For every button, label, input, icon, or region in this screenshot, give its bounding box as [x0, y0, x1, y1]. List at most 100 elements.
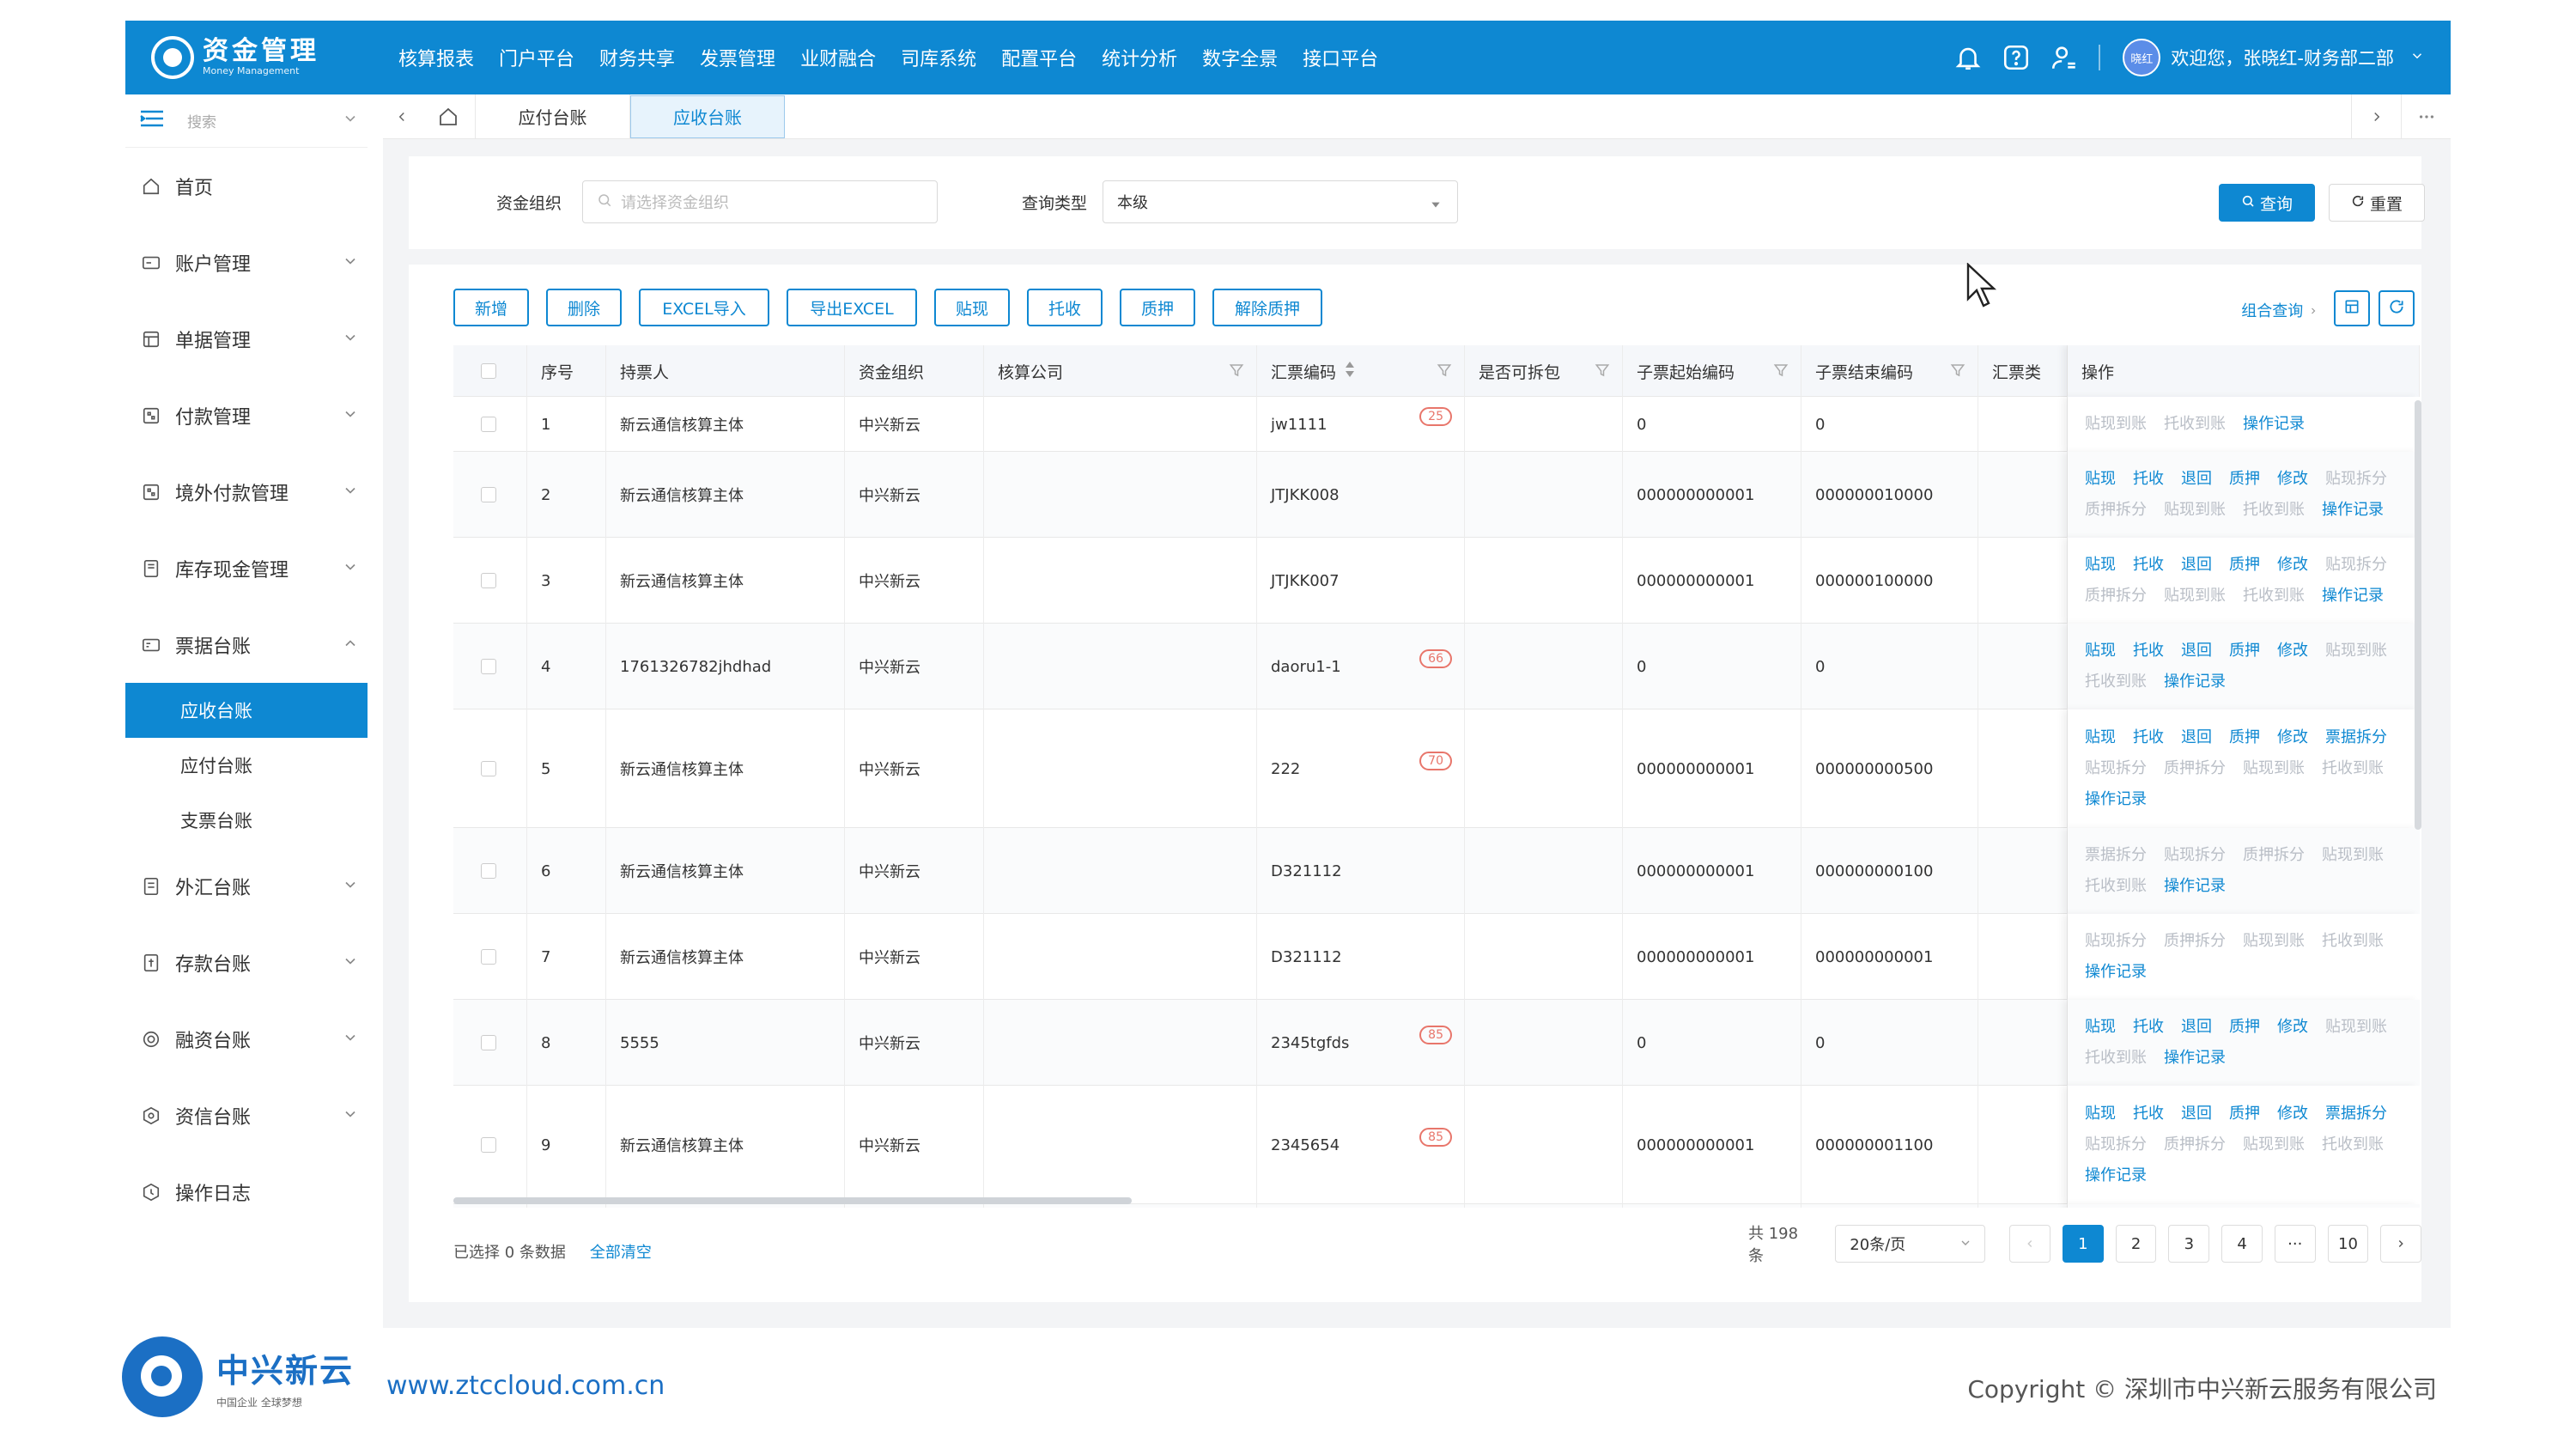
- row-action-link[interactable]: 托收到账: [2243, 581, 2305, 612]
- table-row[interactable]: 6 新云通信核算主体 中兴新云 D321112 000000000001 00000000…: [453, 828, 2420, 914]
- next-page-button[interactable]: [2380, 1225, 2422, 1263]
- page-button-1[interactable]: 1: [2063, 1225, 2104, 1263]
- page-ellipsis[interactable]: ···: [2274, 1225, 2316, 1263]
- row-action-link[interactable]: 修改: [2277, 550, 2308, 581]
- nav-item[interactable]: 司库系统: [901, 44, 976, 71]
- row-select-cell[interactable]: [453, 624, 527, 709]
- nav-item[interactable]: 业财融合: [800, 44, 876, 71]
- row-action-link[interactable]: 托收: [2133, 1099, 2164, 1129]
- chevron-down-icon[interactable]: [2409, 48, 2425, 67]
- table-row[interactable]: 4 1761326782jhdhad 中兴新云 daoru1-1 66 0 0 贴现 托收 退回质…: [453, 624, 2420, 709]
- pledge-button[interactable]: 质押: [1120, 289, 1195, 326]
- row-action-link[interactable]: 托收到账: [2085, 1043, 2147, 1074]
- chevron-down-icon[interactable]: [342, 110, 359, 131]
- row-checkbox[interactable]: [481, 659, 496, 674]
- row-action-link[interactable]: 操作记录: [2322, 495, 2384, 526]
- sidebar-item-account[interactable]: 账户管理: [125, 224, 368, 301]
- select-all-cell[interactable]: [453, 345, 527, 397]
- table-row[interactable]: 3 新云通信核算主体 中兴新云 JTJKK007 000000000001 0000001…: [453, 538, 2420, 624]
- filter-icon[interactable]: [1229, 362, 1244, 382]
- row-action-link[interactable]: 退回: [2181, 1012, 2212, 1043]
- row-action-link[interactable]: 质押: [2229, 1012, 2260, 1043]
- row-select-cell[interactable]: [453, 828, 527, 914]
- row-action-link[interactable]: 贴现: [2085, 636, 2116, 667]
- sidebar-item-deposit[interactable]: 存款台账: [125, 924, 368, 1001]
- sidebar-search[interactable]: 搜索: [125, 94, 368, 148]
- table-row[interactable]: 2 新云通信核算主体 中兴新云 JTJKK008 000000000001 0000000…: [453, 452, 2420, 538]
- sidebar-item-cash[interactable]: 库存现金管理: [125, 530, 368, 606]
- app-logo[interactable]: 资金管理 Money Management: [151, 36, 374, 79]
- nav-item[interactable]: 发票管理: [700, 44, 775, 71]
- release-pledge-button[interactable]: 解除质押: [1212, 289, 1322, 326]
- page-button-2[interactable]: 2: [2115, 1225, 2157, 1263]
- sidebar-item-credit[interactable]: 资信台账: [125, 1077, 368, 1154]
- select-all-checkbox[interactable]: [481, 363, 496, 379]
- row-action-link[interactable]: 托收: [2133, 550, 2164, 581]
- row-action-link[interactable]: 退回: [2181, 636, 2212, 667]
- row-action-link[interactable]: 贴现到账: [2325, 1012, 2387, 1043]
- nav-item[interactable]: 接口平台: [1303, 44, 1378, 71]
- row-action-link[interactable]: 贴现到账: [2243, 753, 2305, 784]
- reset-button[interactable]: 重置: [2329, 184, 2425, 222]
- row-action-link[interactable]: 贴现: [2085, 722, 2116, 753]
- row-action-link[interactable]: 托收到账: [2085, 871, 2147, 902]
- row-action-link[interactable]: 质押拆分: [2085, 495, 2147, 526]
- row-action-link[interactable]: 质押: [2229, 550, 2260, 581]
- row-checkbox[interactable]: [481, 573, 496, 588]
- row-action-link[interactable]: 质押: [2229, 636, 2260, 667]
- sort-icon[interactable]: [1345, 361, 1355, 381]
- refresh-table-button[interactable]: [2379, 290, 2415, 326]
- nav-item[interactable]: 数字全景: [1202, 44, 1278, 71]
- row-checkbox[interactable]: [481, 417, 496, 432]
- help-icon[interactable]: [1999, 40, 2033, 75]
- row-action-link[interactable]: 质押: [2229, 464, 2260, 495]
- row-action-link[interactable]: 操作记录: [2164, 667, 2226, 697]
- row-action-link[interactable]: 退回: [2181, 464, 2212, 495]
- row-action-link[interactable]: 托收到账: [2085, 667, 2147, 697]
- row-action-link[interactable]: 贴现拆分: [2085, 926, 2147, 957]
- row-action-link[interactable]: 质押拆分: [2085, 581, 2147, 612]
- row-action-link[interactable]: 托收到账: [2243, 495, 2305, 526]
- row-action-link[interactable]: 贴现: [2085, 550, 2116, 581]
- table-row[interactable]: 1 新云通信核算主体 中兴新云 jw1111 25 0 0 贴现到账 托收到账 操作记录: [453, 397, 2420, 452]
- row-action-link[interactable]: 退回: [2181, 722, 2212, 753]
- row-action-link[interactable]: 贴现拆分: [2325, 550, 2387, 581]
- row-action-link[interactable]: 托收到账: [2322, 753, 2384, 784]
- row-select-cell[interactable]: [453, 709, 527, 828]
- filter-icon[interactable]: [1950, 362, 1965, 382]
- row-select-cell[interactable]: [453, 452, 527, 538]
- chevron-left-icon[interactable]: [383, 94, 421, 139]
- sidebar-subitem-receivable[interactable]: 应收台账: [125, 683, 368, 738]
- collection-button[interactable]: 托收: [1027, 289, 1103, 326]
- row-action-link[interactable]: 托收到账: [2322, 926, 2384, 957]
- sidebar-subitem-cheque[interactable]: 支票台账: [125, 793, 368, 848]
- sidebar-search-input[interactable]: 搜索: [187, 110, 216, 131]
- page-button-10[interactable]: 10: [2327, 1225, 2369, 1263]
- row-action-link[interactable]: 质押拆分: [2164, 753, 2226, 784]
- sidebar-item-log[interactable]: 操作日志: [125, 1154, 368, 1230]
- combo-query-link[interactable]: 组合查询: [2241, 299, 2318, 321]
- row-action-link[interactable]: 操作记录: [2164, 871, 2226, 902]
- user-settings-icon[interactable]: [2047, 40, 2081, 75]
- nav-item[interactable]: 配置平台: [1001, 44, 1077, 71]
- row-action-link[interactable]: 操作记录: [2243, 409, 2305, 440]
- discount-button[interactable]: 贴现: [934, 289, 1010, 326]
- nav-item[interactable]: 门户平台: [499, 44, 574, 71]
- row-action-link[interactable]: 托收到账: [2322, 1129, 2384, 1160]
- horizontal-scrollbar[interactable]: [453, 1197, 1132, 1204]
- row-action-link[interactable]: 贴现到账: [2325, 636, 2387, 667]
- row-select-cell[interactable]: [453, 1204, 527, 1208]
- more-icon[interactable]: [2401, 94, 2451, 139]
- table-row[interactable]: 8 5555 中兴新云 2345tgfds 85 0 0 贴现 托收 退回 质押 修改 贴现到账 托收到账…: [453, 1000, 2420, 1086]
- row-action-link[interactable]: 贴现拆分: [2164, 840, 2226, 871]
- export-excel-button[interactable]: 导出EXCEL: [787, 289, 917, 326]
- bell-icon[interactable]: [1951, 40, 1985, 75]
- row-action-link[interactable]: 修改: [2277, 1012, 2308, 1043]
- prev-page-button[interactable]: [2009, 1225, 2051, 1263]
- row-action-link[interactable]: 票据拆分: [2325, 1099, 2387, 1129]
- brand-url[interactable]: www.ztccloud.com.cn: [386, 1371, 665, 1401]
- home-tab-icon[interactable]: [421, 94, 476, 139]
- vertical-scrollbar[interactable]: [2415, 400, 2421, 830]
- row-action-link[interactable]: 托收: [2133, 636, 2164, 667]
- add-button[interactable]: 新增: [453, 289, 529, 326]
